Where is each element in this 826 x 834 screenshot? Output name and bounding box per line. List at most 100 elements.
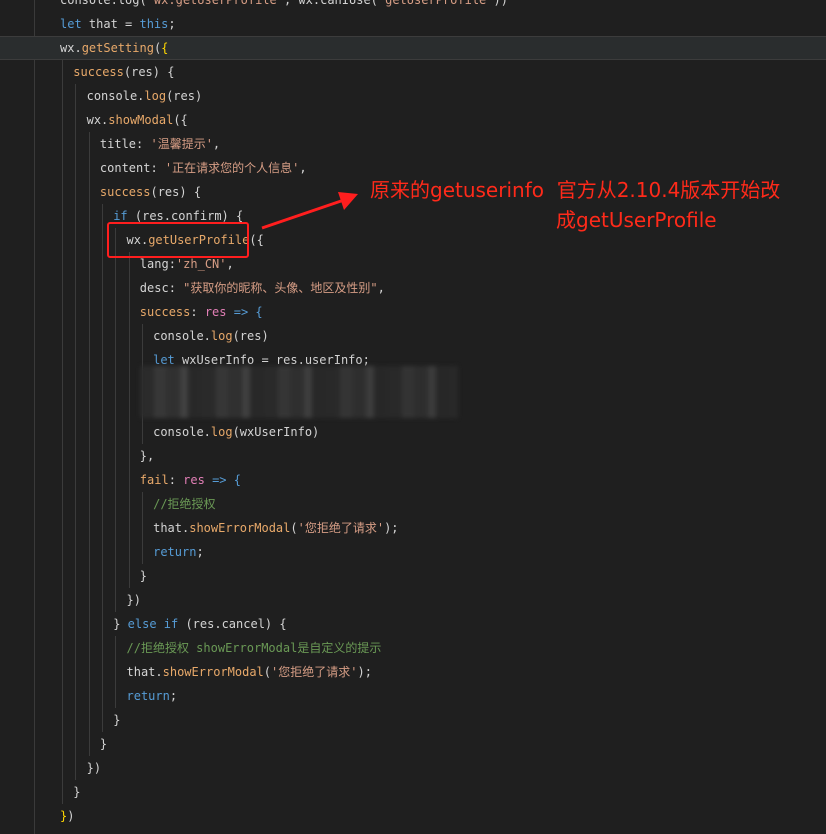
code-line[interactable]: }) [0, 804, 826, 828]
code-line[interactable]: fail: res => { [0, 468, 826, 492]
code-line[interactable]: } [0, 732, 826, 756]
indent-guide [115, 516, 117, 540]
code-line[interactable]: success(res) { [0, 60, 826, 84]
code-line[interactable]: } [0, 780, 826, 804]
indent-guide [88, 612, 90, 636]
code-token: ; [169, 689, 178, 703]
indent-guide [101, 468, 103, 492]
code-token: }) [86, 761, 102, 775]
code-token: console. [153, 425, 211, 439]
code-line[interactable]: that.showErrorModal('您拒绝了请求'); [0, 516, 826, 540]
indent-guide [88, 420, 90, 444]
code-line[interactable]: } else if (res.cancel) { [0, 612, 826, 636]
code-token: console. [86, 89, 145, 103]
indent-guide [101, 516, 103, 540]
indent-guide [88, 732, 90, 756]
code-token: (res) [166, 89, 203, 103]
code-line[interactable]: return; [0, 540, 826, 564]
indent-guide [75, 132, 77, 156]
code-line[interactable]: console.log(wxUserInfo) [0, 420, 826, 444]
code-line[interactable]: console.log('wx.getUserProfile', wx.canI… [0, 0, 826, 12]
indent-guide [88, 540, 90, 564]
code-token: , [212, 137, 221, 151]
code-token: (res) [232, 329, 269, 343]
indent-guide [75, 396, 77, 420]
code-token: ); [384, 521, 399, 535]
indent-guide [62, 564, 63, 588]
code-line[interactable]: success: res => { [0, 300, 826, 324]
code-token: 'wx.getUserProfile' [146, 0, 284, 7]
indent-guide [115, 492, 117, 516]
indent-guide [115, 300, 117, 324]
indent-guide [62, 228, 63, 252]
indent-guide [88, 468, 90, 492]
arrow-icon [261, 192, 358, 230]
code-line[interactable]: that.showErrorModal('您拒绝了请求'); [0, 660, 826, 684]
indent-guide [141, 492, 143, 516]
code-line[interactable]: } [0, 564, 826, 588]
indent-guide [62, 516, 63, 540]
code-token: )) [493, 0, 508, 7]
indent-guide [141, 540, 143, 564]
code-line[interactable]: } [0, 708, 826, 732]
code-line[interactable]: console.log(res) [0, 84, 826, 108]
code-line[interactable]: let that = this; [0, 12, 826, 36]
indent-guide [101, 204, 103, 228]
indent-guide [115, 540, 117, 564]
indent-guide [128, 492, 130, 516]
code-token: showErrorModal [189, 521, 291, 535]
code-line[interactable]: //拒绝授权 showErrorModal是自定义的提示 [0, 636, 826, 660]
indent-guide [115, 564, 117, 588]
code-line[interactable]: //拒绝授权 [0, 492, 826, 516]
indent-guide [62, 204, 63, 228]
indent-guide [101, 300, 103, 324]
indent-guide [115, 660, 117, 684]
indent-guide [62, 684, 63, 708]
code-line[interactable]: title: '温馨提示', [0, 132, 826, 156]
code-line[interactable]: wx.getSetting({ [0, 36, 826, 60]
code-token: ; [196, 545, 204, 559]
indent-guide [88, 324, 90, 348]
indent-guide [75, 444, 77, 468]
indent-guide [115, 588, 117, 612]
code-line[interactable]: }, [0, 444, 826, 468]
code-line[interactable]: console.log(res) [0, 324, 826, 348]
indent-guide [62, 540, 63, 564]
indent-guide [88, 204, 90, 228]
indent-guide [141, 516, 143, 540]
code-token: }) [126, 593, 141, 607]
indent-guide [101, 276, 103, 300]
code-line[interactable]: }) [0, 756, 826, 780]
indent-guide [88, 684, 90, 708]
indent-guide [75, 348, 77, 372]
code-token: that. [126, 665, 163, 679]
code-token: content: [99, 161, 165, 175]
indent-guide [88, 444, 90, 468]
indent-guide [88, 516, 90, 540]
indent-guide [88, 492, 90, 516]
code-token: return [126, 689, 170, 703]
annotation-note-line2: 成getUserProfile [556, 208, 717, 232]
code-token: lang: [139, 257, 176, 271]
code-token: if [163, 617, 179, 631]
indent-guide [62, 780, 63, 804]
code-editor[interactable]: console.log('wx.getUserProfile', wx.canI… [0, 0, 826, 834]
code-token: ({ [173, 113, 188, 127]
indent-guide [88, 708, 90, 732]
code-line[interactable]: return; [0, 684, 826, 708]
code-token: that. [153, 521, 190, 535]
indent-guide [128, 372, 130, 396]
indent-guide [75, 468, 77, 492]
code-line[interactable]: wx.showModal({ [0, 108, 826, 132]
code-line[interactable]: }) [0, 588, 826, 612]
code-token: ) [67, 809, 75, 823]
code-token: : [168, 473, 184, 487]
code-token: success [73, 65, 124, 79]
indent-guide [62, 252, 63, 276]
indent-guide [101, 684, 103, 708]
indent-guide [75, 252, 77, 276]
indent-guide [115, 684, 117, 708]
indent-guide [88, 564, 90, 588]
code-token: showErrorModal [162, 665, 264, 679]
code-line[interactable]: desc: "获取你的昵称、头像、地区及性别", [0, 276, 826, 300]
